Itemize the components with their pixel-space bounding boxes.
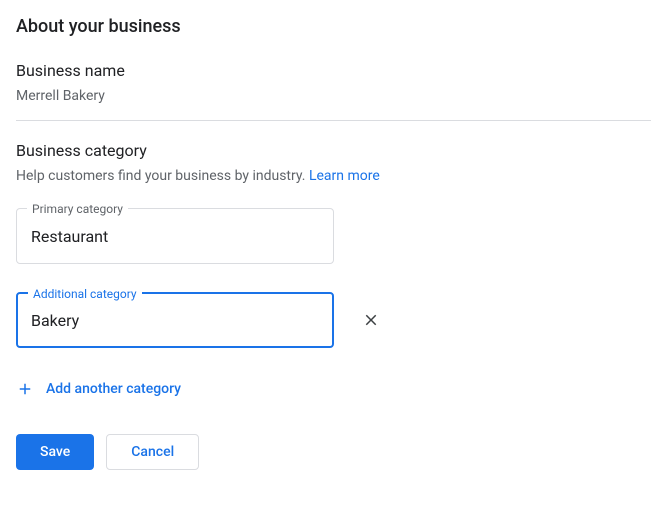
primary-category-input[interactable] [31,227,319,246]
additional-category-label: Additional category [28,286,142,302]
page-title: About your business [16,16,651,37]
additional-category-field[interactable]: Additional category [16,292,334,348]
add-another-label: Add another category [46,381,181,397]
help-text: Help customers find your business by ind… [16,168,309,184]
business-name-value[interactable]: Merrell Bakery [16,88,651,104]
additional-category-input[interactable] [31,311,319,330]
learn-more-link[interactable]: Learn more [309,168,380,184]
add-another-category-button[interactable]: Add another category [16,376,181,402]
primary-category-field[interactable]: Primary category [16,208,334,264]
business-category-heading: Business category [16,141,651,160]
save-button[interactable]: Save [16,434,94,470]
primary-category-label: Primary category [27,201,128,217]
business-name-heading: Business name [16,61,651,80]
button-row: Save Cancel [16,434,651,470]
cancel-button[interactable]: Cancel [106,434,199,470]
divider [16,120,651,121]
plus-icon [16,380,34,398]
close-icon [362,311,380,329]
business-category-help: Help customers find your business by ind… [16,168,651,184]
remove-category-button[interactable] [358,307,384,333]
